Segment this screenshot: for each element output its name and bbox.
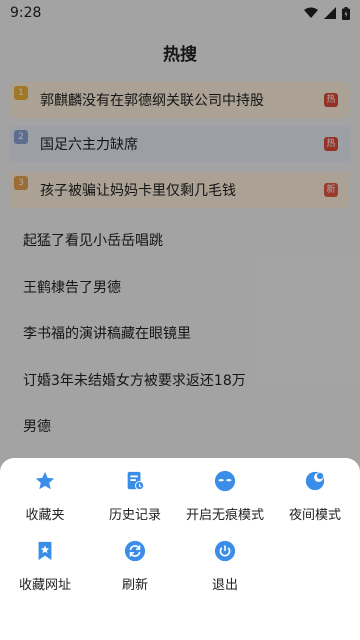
star-icon [34, 470, 56, 492]
night-mode-icon [304, 470, 326, 492]
incognito-icon [214, 470, 236, 492]
menu-item-label: 收藏网址 [18, 578, 71, 593]
menu-item-incognito[interactable]: 开启无痕模式 [180, 470, 270, 523]
menu-item-bookmark-url[interactable]: 收藏网址 [0, 540, 90, 593]
bookmark-icon [34, 540, 56, 562]
menu-item-exit[interactable]: 退出 [180, 540, 270, 593]
bottom-sheet-menu: 收藏夹 历史记录 开启无痕模式 夜间模式 收藏网址 刷新 退出 [0, 458, 360, 640]
menu-item-favorites[interactable]: 收藏夹 [0, 470, 90, 523]
menu-item-refresh[interactable]: 刷新 [90, 540, 180, 593]
refresh-icon [124, 540, 146, 562]
menu-item-history[interactable]: 历史记录 [90, 470, 180, 523]
menu-item-label: 夜间模式 [288, 508, 341, 523]
power-icon [214, 540, 236, 562]
menu-item-label: 刷新 [121, 578, 148, 593]
menu-item-label: 收藏夹 [25, 508, 65, 523]
history-icon [124, 470, 146, 492]
menu-item-label: 历史记录 [108, 508, 161, 523]
menu-item-label: 开启无痕模式 [185, 508, 264, 523]
menu-item-label: 退出 [211, 578, 238, 593]
menu-item-night-mode[interactable]: 夜间模式 [270, 470, 360, 523]
